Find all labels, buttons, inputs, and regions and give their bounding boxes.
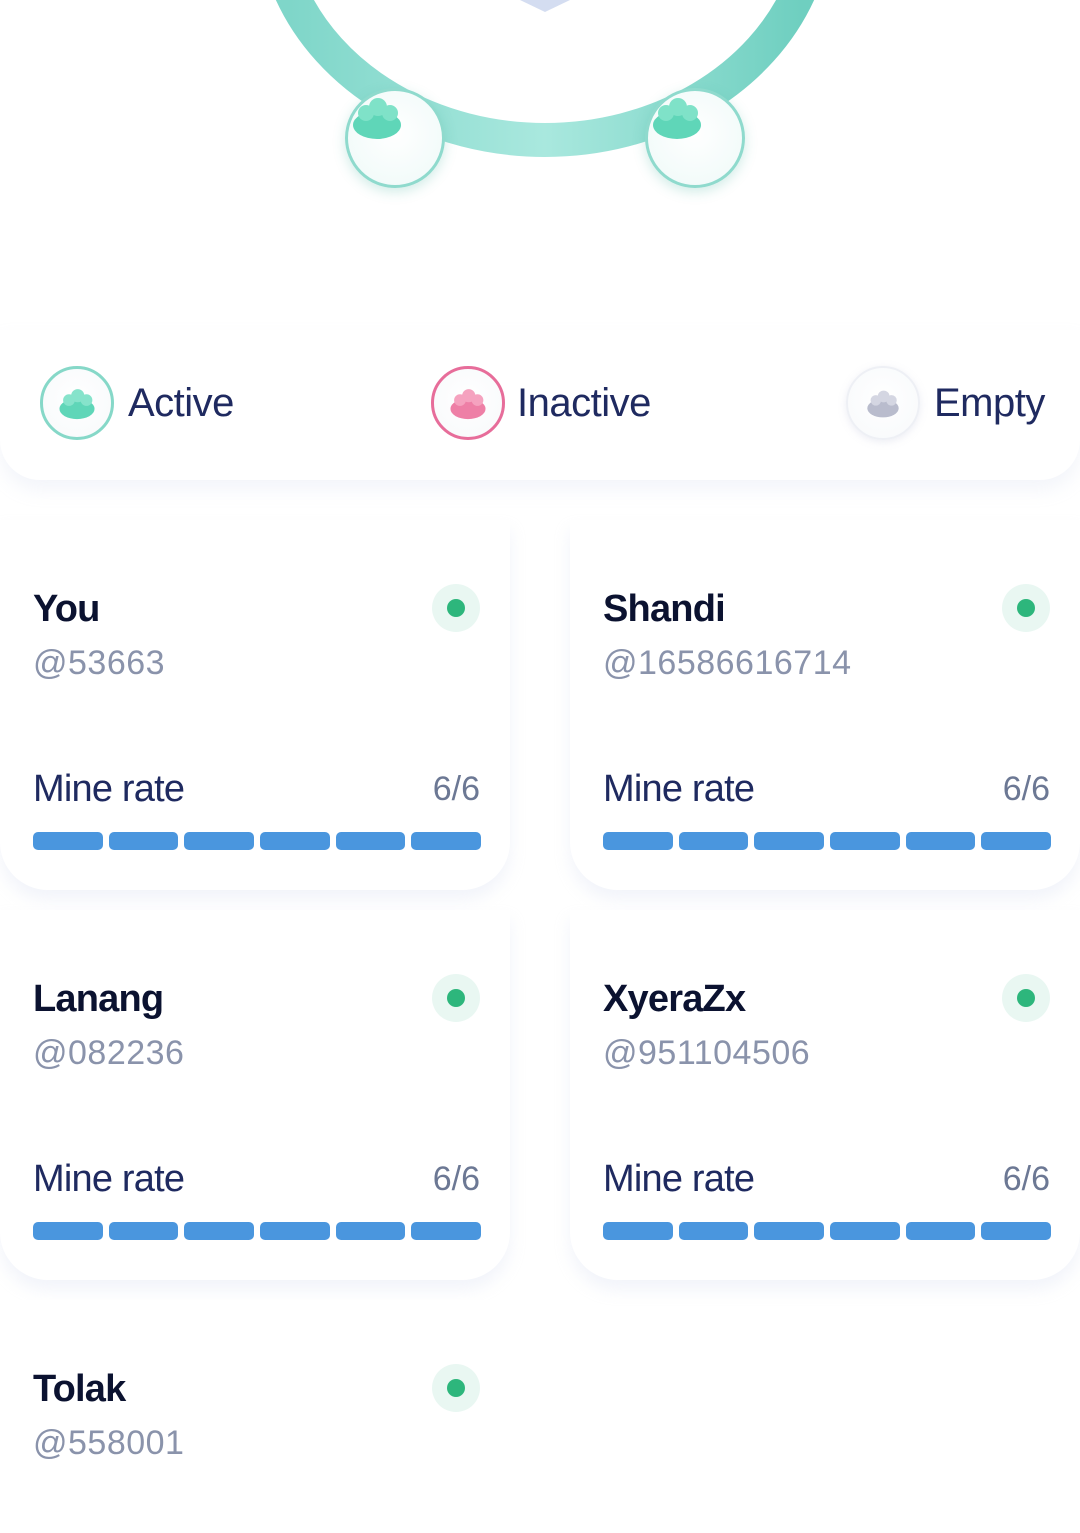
member-card[interactable]: You @53663 Mine rate 6/6 [0,520,510,890]
online-status-icon [1002,584,1050,632]
member-card[interactable]: Tolak @558001 [0,1300,510,1533]
mine-rate-bar [603,832,1052,850]
mine-rate-segment [830,832,900,850]
legend-label-active: Active [128,380,234,425]
mine-rate-segment [678,832,749,850]
member-handle: @082236 [33,1034,185,1072]
mine-rate-segment [678,1222,749,1240]
mine-rate-segment [411,1222,482,1240]
team-ring-graphic [0,0,1080,240]
mine-rate-segment [905,832,976,850]
mine-rate-segment [260,1222,330,1240]
legend-label-inactive: Inactive [517,380,651,425]
mine-rate-value: 6/6 [432,1160,480,1198]
mine-rate-segment [108,832,179,850]
mine-rate-segment [830,1222,900,1240]
mine-rate-segment [184,1222,255,1240]
mine-rate-segment [981,1222,1052,1240]
mine-rate-segment [108,1222,179,1240]
member-handle: @53663 [33,644,166,682]
mine-rate-segment [335,832,406,850]
online-status-icon [1002,974,1050,1022]
mine-rate-bar [33,832,482,850]
active-legend-orb [40,366,114,440]
member-handle: @558001 [33,1424,185,1462]
online-status-icon [432,584,480,632]
mine-rate-label: Mine rate [33,1158,185,1200]
mine-rate-segment [33,832,103,850]
legend-label-empty: Empty [934,380,1045,425]
mine-rate-segment [754,832,825,850]
mine-rate-segment [754,1222,825,1240]
mine-rate-segment [603,1222,673,1240]
ring-arc [275,0,815,157]
member-slot-orb-left[interactable] [345,88,445,188]
mine-rate-bar [33,1222,482,1240]
inactive-legend-orb [431,366,505,440]
mine-rate-segment [184,832,255,850]
legend-item-empty: Empty [846,365,1045,441]
mine-rate-label: Mine rate [33,768,185,810]
member-name: XyeraZx [603,978,746,1020]
legend-item-active: Active [40,365,234,441]
empty-slot-icon [867,390,899,418]
member-handle: @951104506 [603,1034,811,1072]
mine-rate-segment [260,832,330,850]
online-status-icon [432,974,480,1022]
member-name: You [33,588,100,630]
member-slot-orb-right[interactable] [645,88,745,188]
mine-rate-value: 6/6 [1002,1160,1050,1198]
mine-rate-label: Mine rate [603,768,755,810]
inactive-member-icon [450,389,486,420]
mine-rate-segment [981,832,1052,850]
member-name: Lanang [33,978,164,1020]
mine-rate-segment [603,832,673,850]
member-name: Shandi [603,588,726,630]
mine-rate-segment [33,1222,103,1240]
empty-legend-orb [846,366,920,440]
active-member-icon [353,98,401,139]
member-card[interactable]: XyeraZx @951104506 Mine rate 6/6 [570,910,1080,1280]
active-member-icon [59,389,95,420]
member-name: Tolak [33,1368,126,1410]
mine-rate-value: 6/6 [432,770,480,808]
member-card[interactable]: Shandi @16586616714 Mine rate 6/6 [570,520,1080,890]
online-status-icon [432,1364,480,1412]
active-member-icon [653,98,701,139]
legend-item-inactive: Inactive [431,365,651,441]
mine-rate-segment [335,1222,406,1240]
mine-rate-bar [603,1222,1052,1240]
member-card[interactable]: Lanang @082236 Mine rate 6/6 [0,910,510,1280]
mine-rate-label: Mine rate [603,1158,755,1200]
mine-rate-segment [905,1222,976,1240]
member-handle: @16586616714 [603,644,852,682]
mine-rate-segment [411,832,482,850]
mine-rate-value: 6/6 [1002,770,1050,808]
